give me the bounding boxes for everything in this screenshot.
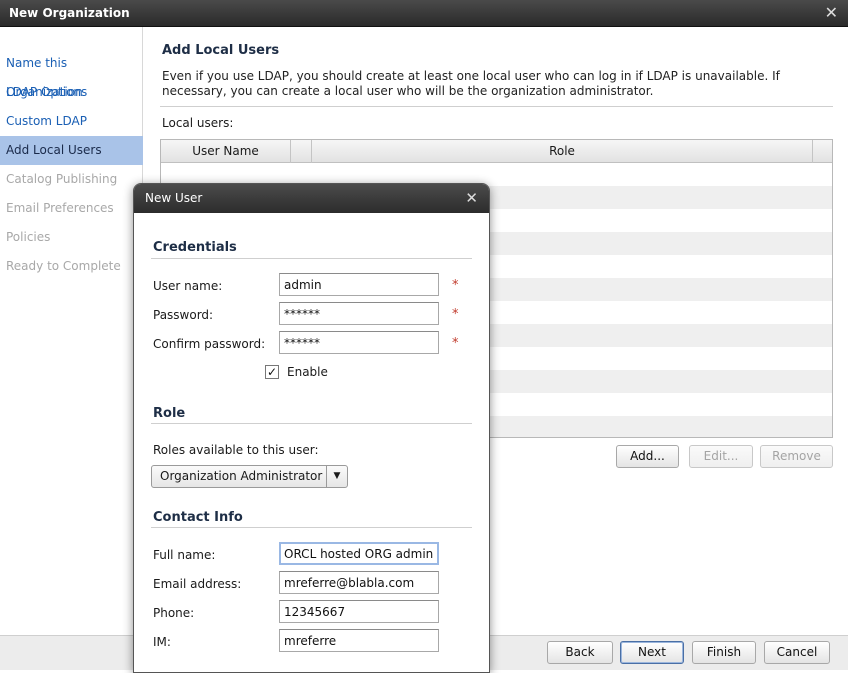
- sidebar-item-name-organization[interactable]: Name this Organization: [0, 49, 143, 99]
- required-marker: *: [452, 278, 459, 293]
- dialog-title: New User: [145, 191, 203, 205]
- im-input[interactable]: [279, 629, 439, 652]
- username-input[interactable]: [279, 273, 439, 296]
- contact-info-rule: [151, 527, 472, 528]
- window-titlebar: New Organization ✕: [0, 0, 848, 27]
- close-icon[interactable]: ✕: [465, 184, 478, 213]
- role-rule: [151, 423, 472, 424]
- confirm-password-input[interactable]: [279, 331, 439, 354]
- password-label: Password:: [153, 308, 214, 322]
- back-button[interactable]: Back: [547, 641, 613, 664]
- credentials-heading: Credentials: [153, 240, 237, 255]
- page-title: Add Local Users: [162, 43, 280, 58]
- roles-available-label: Roles available to this user:: [153, 443, 319, 457]
- full-name-input[interactable]: [279, 542, 439, 565]
- required-marker: *: [452, 307, 459, 322]
- sidebar-item-catalog-publishing: Catalog Publishing: [6, 172, 118, 186]
- local-users-label: Local users:: [162, 116, 234, 130]
- next-button[interactable]: Next: [620, 641, 684, 664]
- table-header: User Name Role: [161, 140, 832, 163]
- required-marker: *: [452, 336, 459, 351]
- role-heading: Role: [153, 406, 186, 421]
- sidebar-item-ready-to-complete: Ready to Complete: [6, 259, 121, 273]
- password-input[interactable]: [279, 302, 439, 325]
- enable-label: Enable: [287, 365, 328, 379]
- remove-user-button: Remove: [760, 445, 833, 468]
- email-label: Email address:: [153, 577, 242, 591]
- email-input[interactable]: [279, 571, 439, 594]
- page-description: Even if you use LDAP, you should create …: [162, 69, 780, 98]
- role-select-value: Organization Administrator: [160, 469, 323, 483]
- column-resize-handle[interactable]: [291, 140, 312, 163]
- confirm-password-label: Confirm password:: [153, 337, 266, 351]
- credentials-rule: [151, 258, 472, 259]
- enable-checkbox[interactable]: ✓: [265, 365, 279, 379]
- contact-info-heading: Contact Info: [153, 510, 243, 525]
- column-header-user-name[interactable]: User Name: [161, 140, 291, 163]
- column-menu-handle[interactable]: [813, 140, 832, 163]
- finish-button[interactable]: Finish: [692, 641, 756, 664]
- phone-label: Phone:: [153, 606, 195, 620]
- wizard-sidebar: Name this Organization LDAP Options Cust…: [0, 27, 143, 670]
- sidebar-item-custom-ldap[interactable]: Custom LDAP: [0, 107, 143, 136]
- section-divider: [160, 106, 833, 107]
- role-select[interactable]: Organization Administrator ▼: [151, 465, 348, 488]
- phone-input[interactable]: [279, 600, 439, 623]
- dialog-titlebar: New User ✕: [134, 184, 489, 213]
- column-header-role[interactable]: Role: [312, 140, 813, 163]
- sidebar-item-ldap-options[interactable]: LDAP Options: [0, 78, 143, 107]
- edit-user-button: Edit...: [689, 445, 753, 468]
- new-user-dialog: New User ✕ Credentials User name: * Pass…: [133, 183, 490, 673]
- window-title: New Organization: [9, 6, 130, 20]
- close-icon[interactable]: ✕: [825, 0, 838, 26]
- username-label: User name:: [153, 279, 223, 293]
- sidebar-item-email-preferences: Email Preferences: [6, 201, 114, 215]
- full-name-label: Full name:: [153, 548, 216, 562]
- sidebar-item-add-local-users[interactable]: Add Local Users: [0, 136, 143, 165]
- add-user-button[interactable]: Add...: [616, 445, 679, 468]
- cancel-button[interactable]: Cancel: [764, 641, 830, 664]
- im-label: IM:: [153, 635, 171, 649]
- chevron-down-icon[interactable]: ▼: [326, 466, 347, 487]
- sidebar-item-policies: Policies: [6, 230, 51, 244]
